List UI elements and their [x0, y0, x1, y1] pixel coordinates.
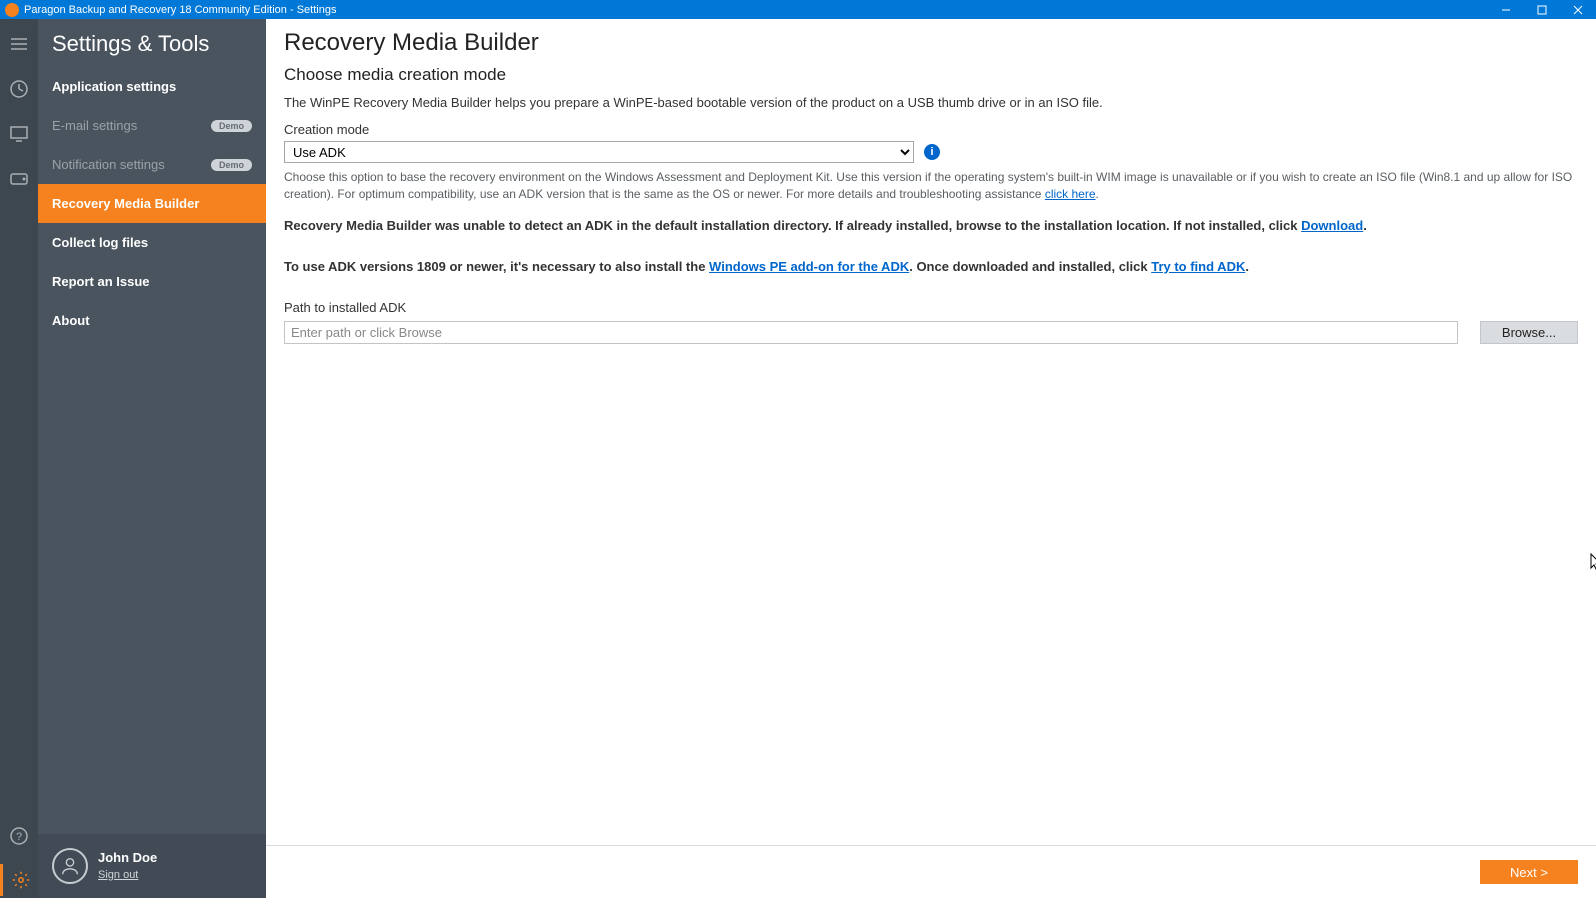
creation-mode-label: Creation mode — [284, 122, 1578, 137]
sign-out-link[interactable]: Sign out — [98, 869, 138, 881]
creation-mode-select[interactable]: Use ADK — [284, 141, 914, 163]
adk-mid: . Once downloaded and installed, click — [909, 259, 1151, 274]
sidebar-item-label: Collect log files — [52, 235, 252, 250]
sidebar-item-label: E-mail settings — [52, 118, 211, 133]
sidebar-item-label: About — [52, 313, 252, 328]
winpe-addon-link[interactable]: Windows PE add-on for the ADK — [709, 259, 909, 274]
path-label: Path to installed ADK — [284, 300, 1578, 315]
help-icon[interactable]: ? — [9, 826, 29, 846]
content: Recovery Media Builder Choose media crea… — [266, 19, 1596, 845]
sidebar-item-recovery-media-builder[interactable]: Recovery Media Builder — [38, 184, 266, 223]
sidebar-item-about[interactable]: About — [38, 301, 266, 340]
sidebar-title: Settings & Tools — [38, 19, 266, 67]
detect-pre: Recovery Media Builder was unable to det… — [284, 218, 1301, 233]
titlebar: Paragon Backup and Recovery 18 Community… — [0, 0, 1596, 19]
page-subtitle: Choose media creation mode — [284, 65, 1578, 85]
adk-line: To use ADK versions 1809 or newer, it's … — [284, 259, 1578, 274]
main-panel: Recovery Media Builder Choose media crea… — [266, 19, 1596, 898]
sidebar-item-collect-log-files[interactable]: Collect log files — [38, 223, 266, 262]
clock-icon[interactable] — [9, 79, 29, 99]
intro-text: The WinPE Recovery Media Builder helps y… — [284, 95, 1578, 110]
info-icon[interactable]: i — [924, 144, 940, 160]
sidebar-item-notification-settings[interactable]: Notification settingsDemo — [38, 145, 266, 184]
window-controls — [1488, 0, 1596, 19]
hint-pre: Choose this option to base the recovery … — [284, 170, 1572, 201]
footer: Next > — [266, 845, 1596, 898]
user-name: John Doe — [98, 850, 157, 865]
minimize-button[interactable] — [1488, 0, 1524, 19]
detect-line: Recovery Media Builder was unable to det… — [284, 218, 1578, 233]
adk-pre: To use ADK versions 1809 or newer, it's … — [284, 259, 709, 274]
svg-text:?: ? — [16, 831, 22, 843]
sidebar-item-label: Recovery Media Builder — [52, 196, 252, 211]
sidebar-item-label: Report an Issue — [52, 274, 252, 289]
sidebar-item-label: Application settings — [52, 79, 252, 94]
demo-badge: Demo — [211, 159, 252, 171]
avatar — [52, 848, 88, 884]
sidebar-item-report-issue[interactable]: Report an Issue — [38, 262, 266, 301]
sidebar-item-email-settings[interactable]: E-mail settingsDemo — [38, 106, 266, 145]
app-icon — [5, 3, 19, 17]
drive-icon[interactable] — [9, 169, 29, 189]
download-link[interactable]: Download — [1301, 218, 1363, 233]
monitor-icon[interactable] — [9, 124, 29, 144]
icon-rail: ? — [0, 19, 38, 898]
adk-path-input[interactable] — [284, 321, 1458, 344]
demo-badge: Demo — [211, 120, 252, 132]
maximize-button[interactable] — [1524, 0, 1560, 19]
click-here-link[interactable]: click here — [1045, 187, 1096, 201]
menu-icon[interactable] — [9, 34, 29, 54]
hint-text: Choose this option to base the recovery … — [284, 169, 1578, 204]
next-button[interactable]: Next > — [1480, 860, 1578, 884]
user-block: John Doe Sign out — [38, 834, 266, 898]
browse-button[interactable]: Browse... — [1480, 321, 1578, 344]
settings-rail-item[interactable] — [0, 864, 38, 896]
try-find-adk-link[interactable]: Try to find ADK — [1151, 259, 1245, 274]
close-button[interactable] — [1560, 0, 1596, 19]
window-title: Paragon Backup and Recovery 18 Community… — [24, 4, 1488, 16]
sidebar-item-label: Notification settings — [52, 157, 211, 172]
sidebar: Settings & Tools Application settings E-… — [38, 19, 266, 898]
gear-icon — [11, 870, 31, 890]
page-title: Recovery Media Builder — [284, 29, 1578, 57]
sidebar-item-application-settings[interactable]: Application settings — [38, 67, 266, 106]
